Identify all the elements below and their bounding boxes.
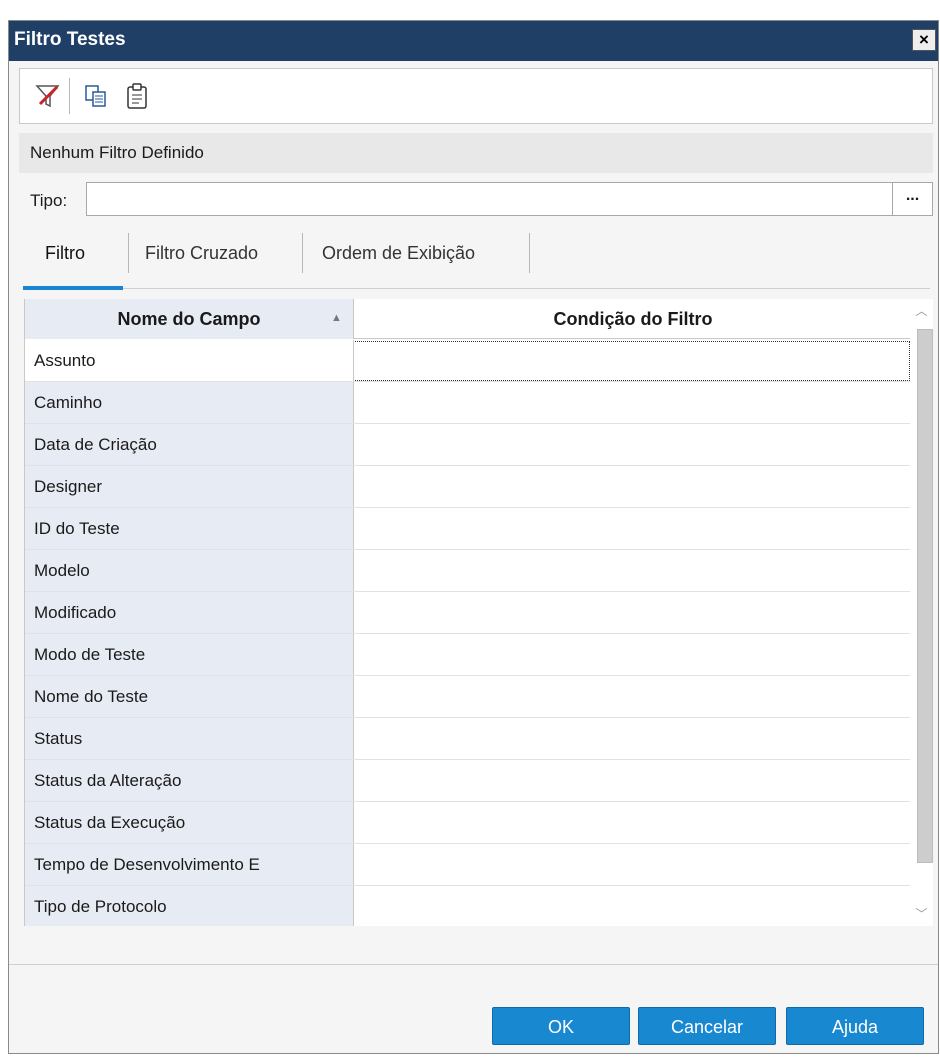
tab-separator — [128, 233, 129, 273]
field-name-cell[interactable]: Status da Execução — [25, 802, 354, 843]
field-name-cell[interactable]: Tipo de Protocolo — [25, 886, 354, 926]
table-row[interactable]: Status da Execução — [25, 802, 910, 844]
scroll-thumb[interactable] — [917, 329, 933, 863]
table-row[interactable]: Assunto — [25, 340, 910, 382]
filter-condition-cell[interactable] — [355, 718, 910, 759]
table-row[interactable]: Status da Alteração — [25, 760, 910, 802]
field-name-cell[interactable]: Nome do Teste — [25, 676, 354, 717]
filter-condition-cell[interactable] — [355, 550, 910, 591]
tipo-browse-button[interactable]: ... — [892, 182, 933, 216]
table-row[interactable]: Modo de Teste — [25, 634, 910, 676]
field-name-cell[interactable]: Caminho — [25, 382, 354, 423]
field-name-cell[interactable]: Modificado — [25, 592, 354, 633]
grid-header: Nome do Campo ▲ Condição do Filtro — [25, 299, 910, 339]
column-header-field-name[interactable]: Nome do Campo ▲ — [25, 299, 354, 339]
table-row[interactable]: Status — [25, 718, 910, 760]
filter-dialog: Filtro Testes × Nenhum Filtro Definido T… — [8, 20, 939, 1054]
filter-condition-cell[interactable] — [355, 634, 910, 675]
tipo-label: Tipo: — [30, 191, 68, 210]
copy-icon[interactable] — [82, 82, 110, 110]
filter-condition-cell[interactable] — [355, 592, 910, 633]
active-tab-indicator — [23, 286, 123, 290]
table-row[interactable]: Tipo de Protocolo — [25, 886, 910, 926]
tab-separator — [302, 233, 303, 273]
scroll-down-arrow-icon[interactable]: ﹀ — [910, 902, 933, 926]
dialog-title: Filtro Testes — [14, 29, 126, 50]
tab-ordem-de-exibicao[interactable]: Ordem de Exibição — [322, 243, 475, 264]
toolbar — [19, 68, 933, 124]
filter-condition-cell[interactable] — [355, 676, 910, 717]
table-row[interactable]: Designer — [25, 466, 910, 508]
help-button[interactable]: Ajuda — [786, 1007, 924, 1045]
tab-bar: Filtro Filtro Cruzado Ordem de Exibição — [19, 228, 933, 292]
tab-separator — [529, 233, 530, 273]
paste-icon[interactable] — [123, 82, 151, 110]
column-header-filter-condition[interactable]: Condição do Filtro — [355, 299, 910, 339]
filter-condition-cell[interactable] — [355, 508, 910, 549]
table-row[interactable]: Caminho — [25, 382, 910, 424]
field-name-cell[interactable]: Modelo — [25, 550, 354, 591]
field-name-cell[interactable]: Status — [25, 718, 354, 759]
close-button[interactable]: × — [912, 29, 936, 51]
table-row[interactable]: Modelo — [25, 550, 910, 592]
column-header-label: Condição do Filtro — [553, 309, 713, 329]
field-name-cell[interactable]: Assunto — [25, 340, 354, 381]
filter-condition-cell[interactable] — [355, 424, 910, 465]
filter-condition-cell[interactable] — [355, 382, 910, 423]
table-row[interactable]: Tempo de Desenvolvimento E — [25, 844, 910, 886]
sort-ascending-icon: ▲ — [331, 312, 342, 324]
column-header-label: Nome do Campo — [117, 309, 261, 329]
filter-condition-cell[interactable] — [355, 844, 910, 885]
table-row[interactable]: Data de Criação — [25, 424, 910, 466]
filter-condition-cell[interactable] — [355, 340, 910, 381]
field-name-cell[interactable]: ID do Teste — [25, 508, 354, 549]
tipo-input[interactable] — [86, 182, 893, 216]
filter-condition-cell[interactable] — [355, 802, 910, 843]
field-name-cell[interactable]: Data de Criação — [25, 424, 354, 465]
tab-filtro[interactable]: Filtro — [45, 243, 85, 264]
field-name-cell[interactable]: Tempo de Desenvolvimento E — [25, 844, 354, 885]
table-row[interactable]: ID do Teste — [25, 508, 910, 550]
clear-filter-icon[interactable] — [34, 82, 62, 110]
title-bar: Filtro Testes × — [9, 21, 938, 61]
filter-condition-cell[interactable] — [355, 466, 910, 507]
ok-button[interactable]: OK — [492, 1007, 630, 1045]
vertical-scrollbar[interactable]: ︿ ﹀ — [910, 299, 933, 926]
field-name-cell[interactable]: Status da Alteração — [25, 760, 354, 801]
filter-condition-cell[interactable] — [355, 886, 910, 926]
field-name-cell[interactable]: Designer — [25, 466, 354, 507]
filter-grid: Nome do Campo ▲ Condição do Filtro Assun… — [24, 299, 910, 926]
tab-filtro-cruzado[interactable]: Filtro Cruzado — [145, 243, 258, 264]
scroll-up-arrow-icon[interactable]: ︿ — [910, 299, 933, 323]
filter-status-bar: Nenhum Filtro Definido — [19, 133, 933, 173]
filter-status-text: Nenhum Filtro Definido — [30, 143, 204, 162]
table-row[interactable]: Modificado — [25, 592, 910, 634]
tab-baseline — [23, 288, 930, 289]
cancel-button[interactable]: Cancelar — [638, 1007, 776, 1045]
toolbar-separator — [69, 78, 70, 114]
footer-divider — [9, 964, 938, 965]
table-row[interactable]: Nome do Teste — [25, 676, 910, 718]
field-name-cell[interactable]: Modo de Teste — [25, 634, 354, 675]
filter-condition-cell[interactable] — [355, 760, 910, 801]
